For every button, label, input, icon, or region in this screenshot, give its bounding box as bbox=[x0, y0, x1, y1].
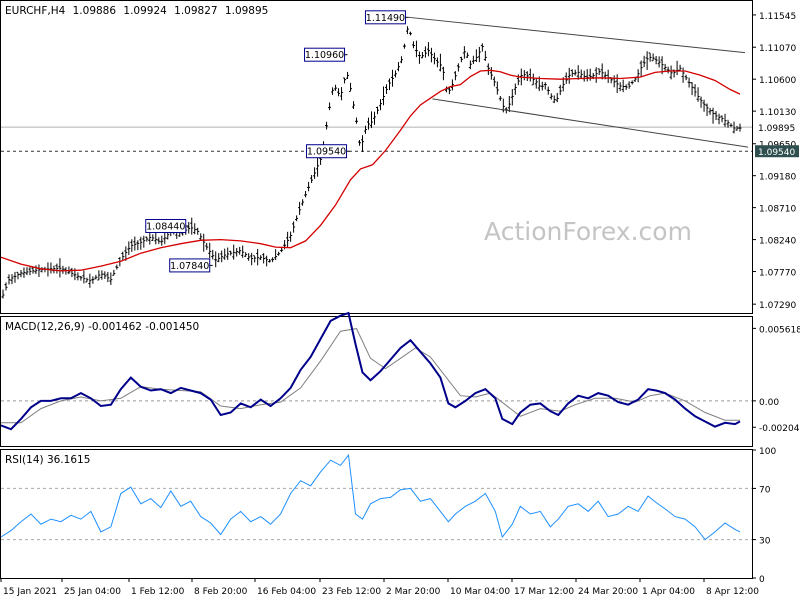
annotation-label: 1.07840 bbox=[170, 261, 209, 272]
x-tick-label: 24 Mar 20:00 bbox=[578, 587, 638, 597]
price-y-tick-label: 1.09180 bbox=[759, 173, 796, 183]
ohlc-close: 1.09895 bbox=[225, 5, 268, 17]
ohlc-high: 1.09924 bbox=[123, 5, 167, 17]
rsi-series bbox=[0, 453, 741, 541]
price-y-tick-label: 1.10600 bbox=[759, 76, 796, 86]
x-tick-label: 8 Apr 12:00 bbox=[706, 587, 759, 597]
channel-upper-line bbox=[408, 16, 746, 54]
price-y-tick-label: 1.08710 bbox=[759, 205, 796, 215]
rsi-y-tick-label: 70 bbox=[759, 485, 771, 495]
x-tick-label: 16 Feb 04:00 bbox=[257, 587, 316, 597]
macd-y-tick-label: -0.002046 bbox=[759, 424, 800, 434]
rsi-y-tick-label: 30 bbox=[759, 537, 771, 547]
support-price-tag: 1.09540 bbox=[758, 148, 795, 158]
price-panel-title: EURCHF,H4 1.09886 1.09924 1.09827 1.0989… bbox=[5, 5, 268, 17]
price-y-tick-label: 1.07770 bbox=[759, 269, 796, 279]
x-tick-label: 8 Feb 20:00 bbox=[194, 587, 248, 597]
macd-signal-line bbox=[1, 328, 740, 424]
price-panel-frame bbox=[0, 0, 753, 314]
macd-panel-frame bbox=[0, 316, 753, 447]
rsi-panel-title: RSI(14) 36.1615 bbox=[5, 454, 90, 466]
price-y-tick-label: 1.08240 bbox=[759, 237, 796, 247]
price-series bbox=[0, 16, 749, 299]
price-y-tick-label: 1.11545 bbox=[759, 12, 796, 22]
x-tick-label: 15 Jan 2021 bbox=[3, 587, 57, 597]
macd-y-tick-label: 0.00 bbox=[759, 398, 779, 408]
annotation-label: 1.10960 bbox=[305, 50, 344, 61]
chart-canvas: ActionForex.com 1.11490 1.10960 1.09540 1.0… bbox=[0, 0, 800, 597]
x-tick-label: 17 Mar 12:00 bbox=[514, 587, 574, 597]
rsi-line bbox=[0, 453, 741, 541]
macd-y-tick-label: 0.005618 bbox=[759, 325, 800, 335]
macd-panel-title: MACD(12,26,9) -0.001462 -0.001450 bbox=[5, 321, 199, 333]
rsi-y-axis: 100 70 30 0 bbox=[752, 447, 776, 585]
annotation-label: 1.09540 bbox=[307, 147, 346, 158]
price-y-axis: 1.115451.110701.106001.101301.096501.091… bbox=[752, 12, 799, 311]
x-tick-label: 10 Mar 04:00 bbox=[450, 587, 510, 597]
current-price-tag: 1.09895 bbox=[758, 124, 795, 134]
price-y-tick-label: 1.07290 bbox=[759, 301, 796, 311]
time-axis: 15 Jan 2021 25 Jan 04:00 1 Feb 12:00 8 Feb … bbox=[0, 578, 759, 597]
watermark: ActionForex.com bbox=[484, 217, 692, 246]
x-tick-label: 1 Apr 04:00 bbox=[642, 587, 695, 597]
x-tick-label: 1 Feb 12:00 bbox=[131, 587, 185, 597]
ohlc-open: 1.09886 bbox=[73, 5, 117, 17]
price-y-tick-label: 1.11070 bbox=[759, 44, 796, 54]
x-tick-label: 25 Jan 04:00 bbox=[64, 587, 121, 597]
rsi-y-tick-label: 0 bbox=[759, 575, 765, 585]
rsi-panel-frame bbox=[0, 449, 753, 579]
rsi-grid bbox=[1, 487, 752, 541]
symbol-timeframe: EURCHF,H4 bbox=[5, 5, 66, 17]
ohlc-low: 1.09827 bbox=[174, 5, 217, 17]
price-y-tick-label: 1.10130 bbox=[759, 108, 796, 118]
x-tick-label: 2 Mar 20:00 bbox=[386, 587, 441, 597]
annotation-label: 1.11490 bbox=[366, 13, 405, 24]
rsi-y-tick-label: 100 bbox=[759, 447, 776, 457]
macd-y-axis: 0.005618 0.00 -0.002046 bbox=[752, 325, 800, 434]
annotation-label: 1.08440 bbox=[146, 221, 185, 232]
x-tick-label: 23 Feb 12:00 bbox=[322, 587, 381, 597]
price-annotations: 1.11490 1.10960 1.09540 1.08440 1.07840 bbox=[145, 10, 409, 273]
